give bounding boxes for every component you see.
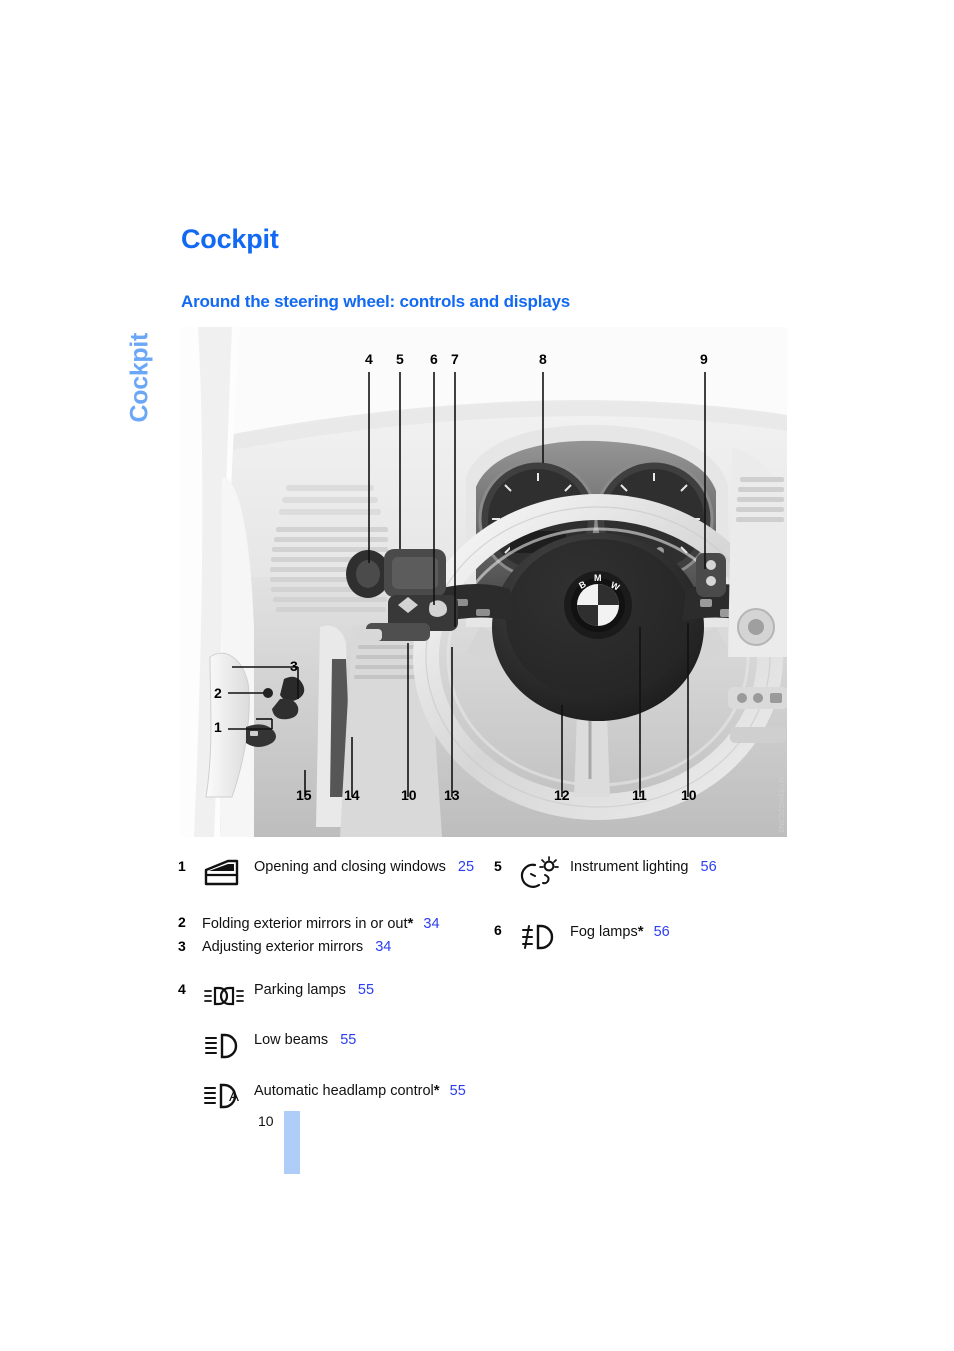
callout-14: 14	[344, 787, 360, 803]
chapter-side-tab-label: Cockpit	[125, 332, 154, 423]
callout-8: 8	[539, 351, 547, 367]
svg-text:M: M	[594, 573, 602, 583]
automatic-headlamp-control-icon: A	[202, 1079, 254, 1113]
legend-number: 4	[178, 981, 186, 997]
callout-10a: 10	[401, 787, 417, 803]
optional-asterisk: *	[433, 1082, 440, 1099]
legend-text: Fog lamps	[570, 924, 638, 940]
callout-6: 6	[430, 351, 438, 367]
page-number: 10	[258, 1113, 274, 1129]
legend-item-6: 6 Fog lamps* 56	[494, 920, 794, 954]
legend: 1 Opening and closing windows 25 2 Foldi…	[178, 856, 798, 1109]
legend-label: Parking lamps 55	[254, 979, 374, 998]
legend-item-4: 4 Parking lamps 55	[178, 979, 498, 1013]
page-edge-marker	[284, 1111, 300, 1174]
legend-page-ref[interactable]: 34	[423, 916, 439, 932]
legend-number: 6	[494, 922, 502, 938]
callout-15: 15	[296, 787, 312, 803]
legend-item-5: 5 Instrument lighting 56	[494, 856, 794, 890]
legend-column-left: 1 Opening and closing windows 25 2 Foldi…	[178, 856, 498, 1113]
legend-number: 5	[494, 858, 502, 874]
instrument-lighting-icon	[518, 856, 570, 890]
legend-text: Low beams	[254, 1032, 329, 1048]
legend-column-right: 5 Instrument lighting 56 6 Fog lamps* 56	[494, 856, 794, 954]
callout-1: 1	[214, 719, 222, 735]
callout-5: 5	[396, 351, 404, 367]
legend-number: 3	[178, 938, 186, 954]
legend-label: Adjusting exterior mirrors 34	[202, 936, 391, 955]
legend-text: Automatic headlamp control	[254, 1083, 434, 1099]
figure-watermark: MY03HG2C3N0	[777, 776, 784, 833]
page-title: Cockpit	[181, 224, 279, 254]
legend-label: Fog lamps* 56	[570, 920, 670, 940]
legend-item-automatic-headlamp-control: A Automatic headlamp control* 55	[178, 1079, 498, 1113]
callout-2: 2	[214, 685, 222, 701]
legend-page-ref[interactable]: 34	[375, 939, 391, 955]
fog-lamps-icon	[518, 920, 570, 954]
callout-12: 12	[554, 787, 570, 803]
legend-item-3: 3 Adjusting exterior mirrors 34	[178, 936, 498, 955]
legend-text: Parking lamps	[254, 982, 346, 998]
callout-13: 13	[444, 787, 460, 803]
legend-text: Opening and closing windows	[254, 859, 446, 875]
legend-page-ref[interactable]: 55	[340, 1032, 356, 1048]
cockpit-illustration: B M W	[180, 327, 787, 837]
legend-label: Folding exterior mirrors in or out* 34	[202, 912, 440, 932]
callout-11: 11	[632, 787, 647, 803]
legend-text: Adjusting exterior mirrors	[202, 939, 364, 955]
callout-10b: 10	[681, 787, 697, 803]
legend-page-ref[interactable]: 55	[358, 982, 374, 998]
legend-item-1: 1 Opening and closing windows 25	[178, 856, 498, 890]
section-subtitle: Around the steering wheel: controls and …	[181, 292, 571, 311]
legend-number	[178, 1079, 202, 1081]
legend-page-ref[interactable]: 56	[701, 859, 717, 875]
callout-3: 3	[290, 658, 298, 674]
legend-page-ref[interactable]: 56	[654, 924, 670, 940]
chapter-side-tab: Cockpit	[118, 222, 158, 462]
legend-label: Automatic headlamp control* 55	[254, 1079, 466, 1099]
legend-item-low-beams: Low beams 55	[178, 1029, 498, 1063]
parking-lamps-icon	[202, 979, 254, 1013]
legend-number: 2	[178, 914, 186, 930]
car-door-window-icon	[202, 856, 254, 890]
optional-asterisk: *	[407, 915, 414, 932]
legend-number: 1	[178, 858, 186, 874]
svg-text:A: A	[229, 1088, 239, 1105]
legend-page-ref[interactable]: 55	[450, 1083, 466, 1099]
legend-label: Opening and closing windows 25	[254, 856, 474, 875]
optional-asterisk: *	[637, 923, 644, 940]
legend-text: Instrument lighting	[570, 859, 689, 875]
legend-number	[178, 1029, 202, 1031]
manual-page: Cockpit Cockpit Around the steering whee…	[0, 0, 954, 1351]
low-beams-icon	[202, 1029, 254, 1063]
cockpit-diagram: B M W MY03HG2C3N0	[180, 327, 787, 837]
legend-text: Folding exterior mirrors in or out	[202, 916, 408, 932]
legend-item-2: 2 Folding exterior mirrors in or out* 34	[178, 912, 498, 932]
legend-label: Instrument lighting 56	[570, 856, 717, 875]
legend-page-ref[interactable]: 25	[458, 859, 474, 875]
callout-4: 4	[365, 351, 373, 367]
callout-7: 7	[451, 351, 459, 367]
callout-9: 9	[700, 351, 708, 367]
legend-label: Low beams 55	[254, 1029, 356, 1048]
